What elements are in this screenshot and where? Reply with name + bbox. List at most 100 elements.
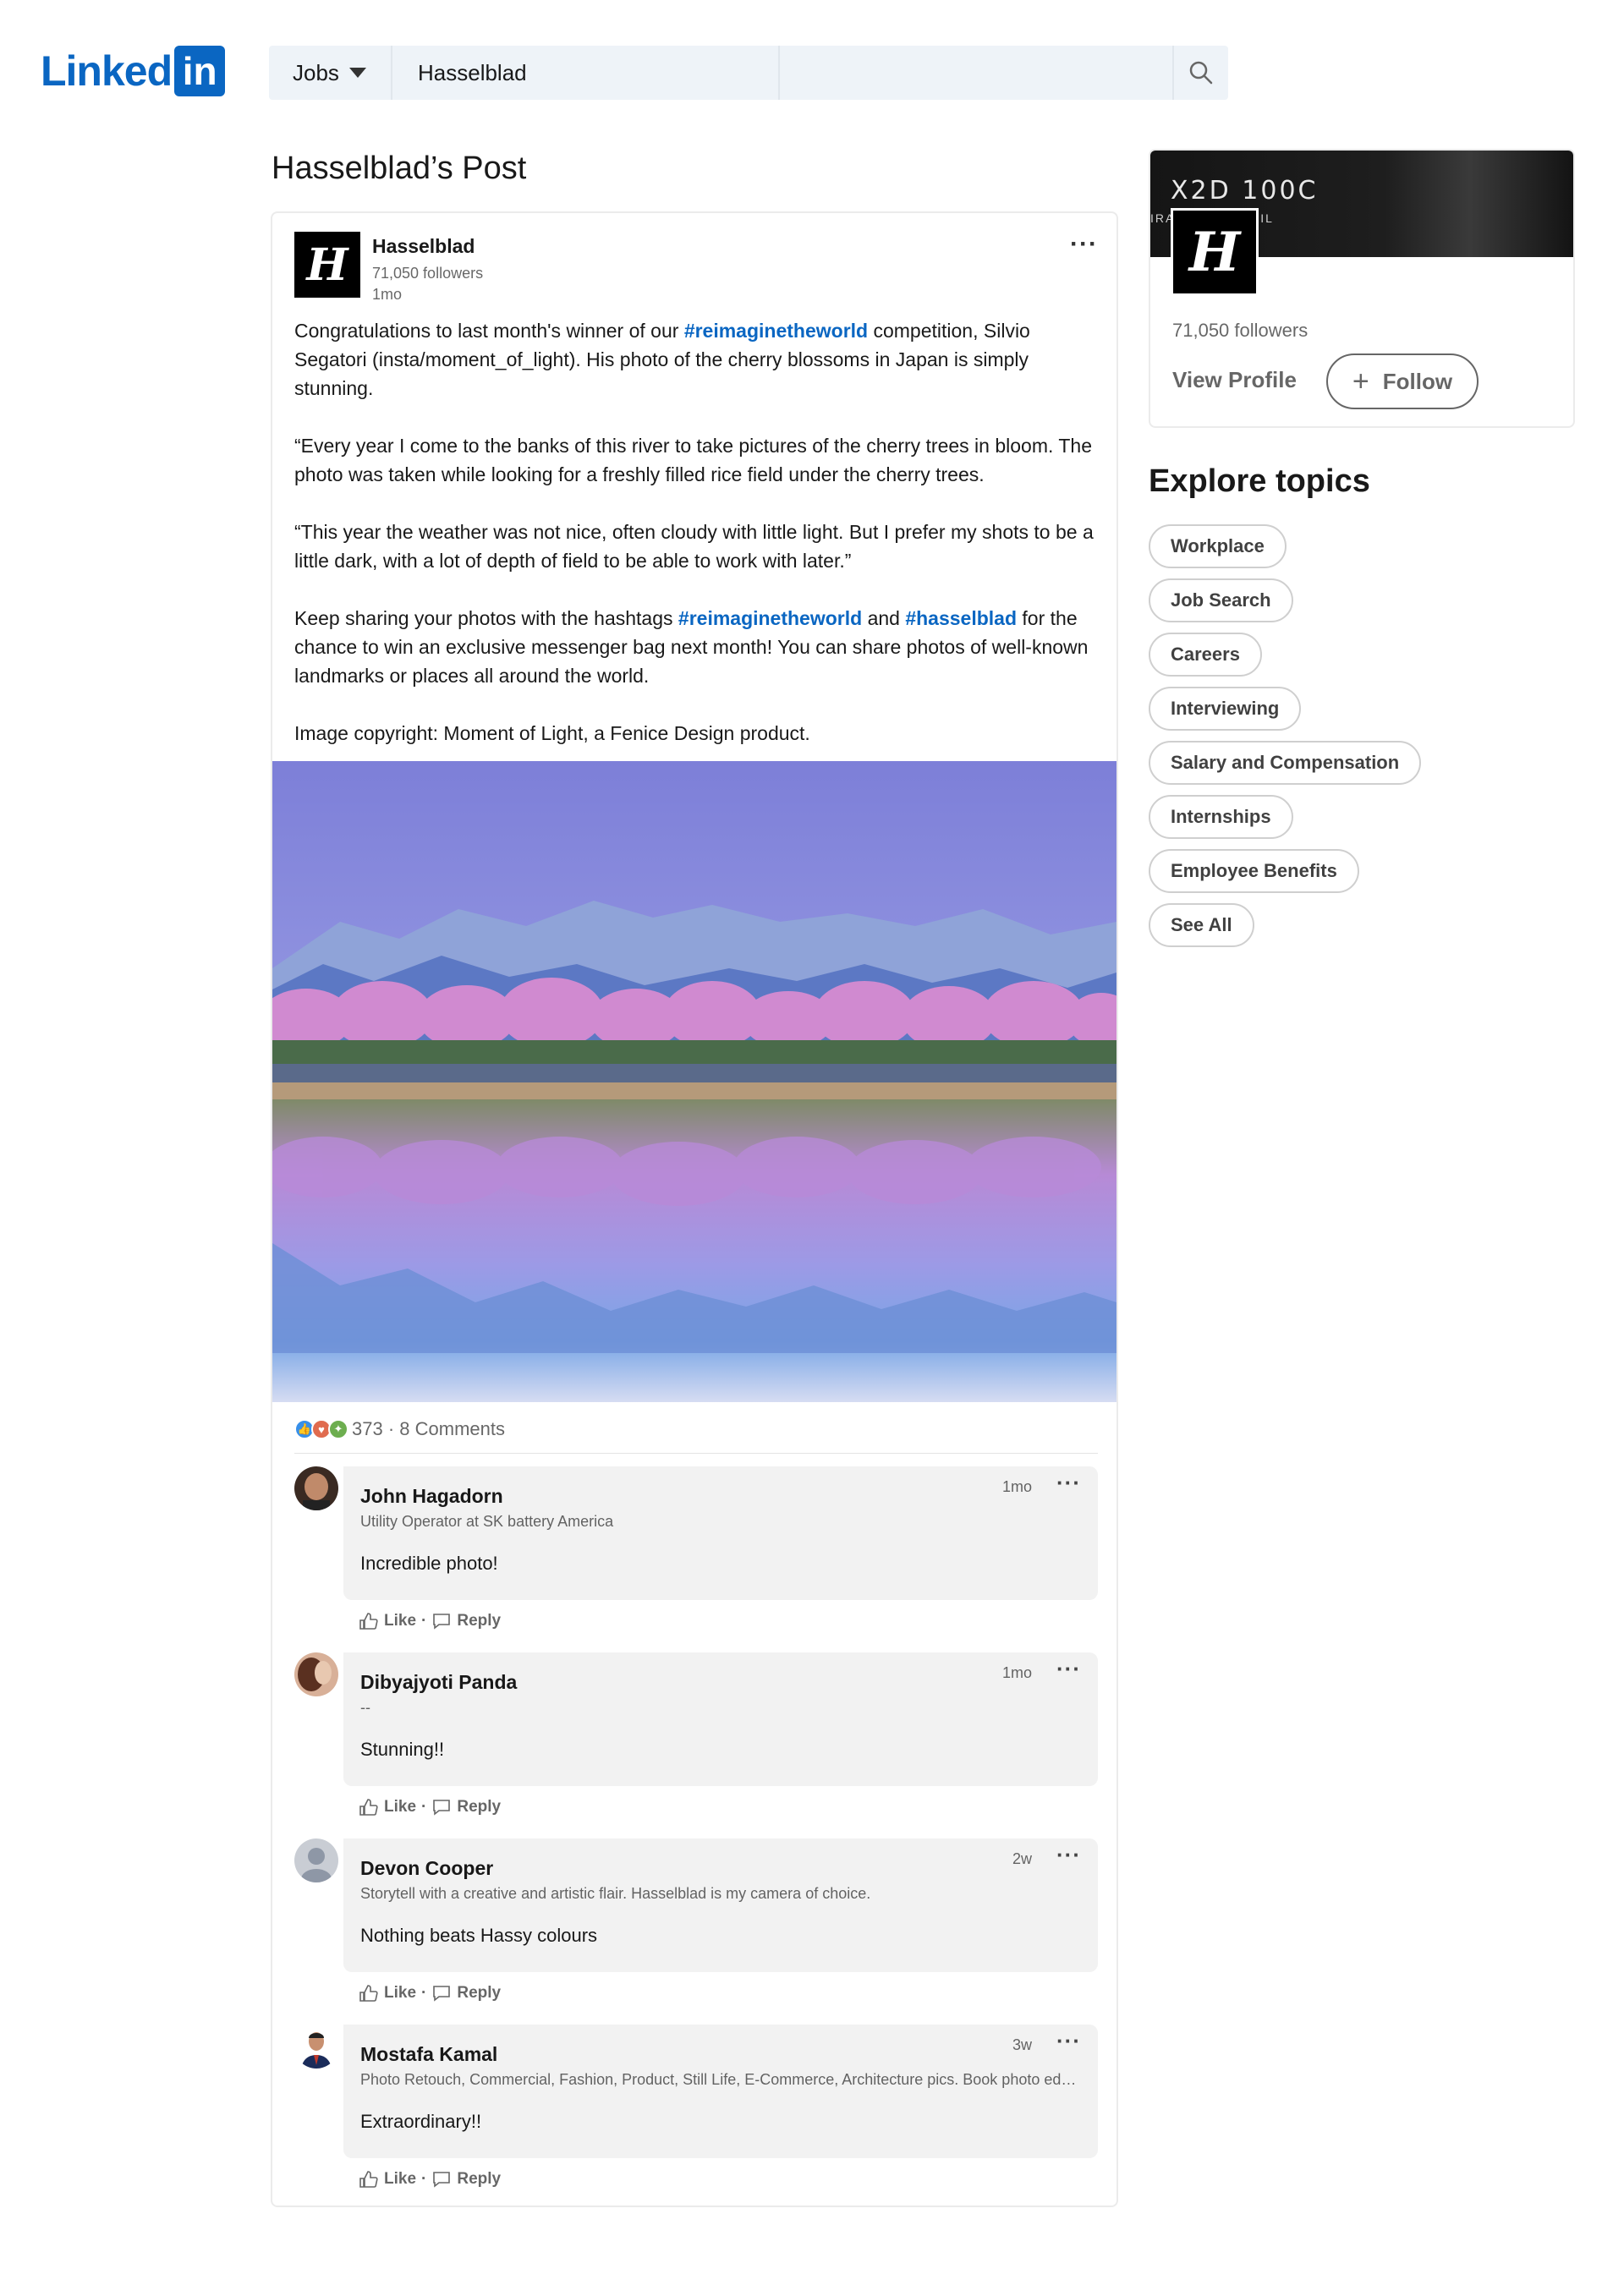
post-time: 1mo [372, 286, 403, 303]
post-paragraph-3: “This year the weather was not nice, oft… [294, 521, 1094, 572]
location-input[interactable] [780, 46, 1174, 100]
search-category-label: Jobs [293, 59, 339, 85]
like-button[interactable]: Like [359, 1984, 416, 2003]
comment-bubble: Devon Cooper Storytell with a creative a… [343, 1838, 1098, 1972]
commenter-name[interactable]: Dibyajyoti Panda [360, 1671, 1081, 1694]
hashtag-link[interactable]: #reimaginetheworld [678, 607, 862, 629]
commenter-name[interactable]: Devon Cooper [360, 1857, 1081, 1880]
like-button[interactable]: Like [359, 1612, 416, 1630]
reply-button[interactable]: Reply [431, 1984, 501, 2003]
caret-down-icon [348, 68, 366, 78]
post-paragraph-5: Image copyright: Moment of Light, a Feni… [294, 722, 810, 744]
like-button[interactable]: Like [359, 1798, 416, 1817]
post-paragraph-4: Keep sharing your photos with the hashta… [294, 604, 1098, 690]
separator: · [421, 1984, 427, 2002]
company-followers: 71,050 followers [1172, 320, 1309, 341]
hasselblad-logo-glyph: H [1188, 220, 1241, 284]
commenter-headline: Utility Operator at SK battery America [360, 1513, 614, 1530]
post-paragraph-1: Congratulations to last month's winner o… [294, 316, 1098, 403]
comment-time: 1mo [1001, 1478, 1032, 1495]
topics-list: Workplace Job Search Careers Interviewin… [1149, 524, 1422, 957]
reply-button[interactable]: Reply [431, 1612, 501, 1630]
avatar[interactable] [294, 1652, 338, 1696]
comment-menu-button[interactable]: ··· [1056, 1656, 1081, 1682]
post-text: and [862, 607, 906, 629]
comment-actions: Like · Reply [359, 2170, 501, 2189]
commenter-headline: Storytell with a creative and artistic f… [360, 1885, 871, 1902]
reply-button[interactable]: Reply [431, 2170, 501, 2189]
post-text: Keep sharing your photos with the hashta… [294, 607, 678, 629]
commenter-headline: Photo Retouch, Commercial, Fashion, Prod… [360, 2071, 1079, 2088]
comment-menu-button[interactable]: ··· [1056, 1470, 1081, 1496]
comment-actions: Like · Reply [359, 1798, 501, 1817]
post-body: Congratulations to last month's winner o… [294, 316, 1098, 776]
celebrate-reaction-icon: ✦ [328, 1419, 348, 1439]
speech-bubble-icon [433, 1614, 451, 1630]
comment-text: Incredible photo! [360, 1553, 498, 1574]
avatar[interactable] [294, 1838, 338, 1882]
company-logo[interactable]: H [294, 232, 360, 298]
hashtag-link[interactable]: #reimaginetheworld [684, 320, 868, 342]
topic-pill[interactable]: Interviewing [1149, 687, 1302, 731]
topic-pill[interactable]: Workplace [1149, 524, 1287, 568]
comment-bubble: John Hagadorn Utility Operator at SK bat… [343, 1466, 1098, 1600]
avatar[interactable] [294, 2025, 338, 2069]
like-label: Like [384, 1612, 417, 1630]
thumbs-up-icon [359, 1985, 378, 2002]
separator: · [421, 1798, 427, 1816]
comment-text: Nothing beats Hassy colours [360, 1925, 598, 1946]
follow-label: Follow [1382, 368, 1453, 394]
reaction-icons: 👍 ♥ ✦ [294, 1419, 348, 1439]
topic-pill[interactable]: Job Search [1149, 578, 1293, 622]
follow-button[interactable]: + Follow [1326, 353, 1479, 409]
comment-time: 1mo [1001, 1664, 1032, 1681]
reply-button[interactable]: Reply [431, 1798, 501, 1817]
avatar[interactable] [294, 1466, 338, 1510]
reply-label: Reply [457, 1798, 502, 1816]
post-author[interactable]: Hasselblad [372, 235, 483, 258]
commenter-headline: -- [360, 1699, 370, 1716]
post-image[interactable] [272, 761, 1116, 1402]
post-card: H Hasselblad 71,050 followers 1mo ··· Co… [271, 211, 1118, 2207]
speech-bubble-icon [433, 2172, 451, 2188]
comment-menu-button[interactable]: ··· [1056, 2028, 1081, 2054]
like-label: Like [384, 1984, 417, 2002]
post-text: Congratulations to last month's winner o… [294, 320, 684, 342]
comment-actions: Like · Reply [359, 1984, 501, 2003]
comment-bubble: Mostafa Kamal Photo Retouch, Commercial,… [343, 2025, 1098, 2158]
comments-count[interactable]: · 8 Comments [388, 1418, 505, 1440]
topic-pill[interactable]: Salary and Compensation [1149, 741, 1422, 785]
reply-label: Reply [457, 1612, 502, 1630]
topic-pill[interactable]: Employee Benefits [1149, 849, 1359, 893]
linkedin-logo[interactable]: Linked in [41, 46, 226, 96]
post-header: H Hasselblad 71,050 followers 1mo [294, 232, 483, 304]
search-input[interactable]: Hasselblad [392, 46, 780, 100]
commenter-name[interactable]: Mostafa Kamal [360, 2043, 1081, 2066]
logo-in-box: in [174, 46, 226, 96]
reaction-count: 373 [352, 1418, 383, 1439]
page-title: Hasselblad’s Post [272, 151, 527, 186]
search-button[interactable] [1174, 46, 1228, 100]
like-label: Like [384, 1798, 417, 1816]
topic-pill[interactable]: Internships [1149, 795, 1293, 839]
plus-icon: + [1352, 365, 1369, 397]
separator: · [421, 1612, 427, 1630]
company-logo[interactable]: H [1171, 208, 1259, 296]
like-button[interactable]: Like [359, 2170, 416, 2189]
topic-pill[interactable]: Careers [1149, 633, 1262, 677]
banner-title: X2D 100C [1171, 176, 1319, 205]
post-paragraph-2: “Every year I come to the banks of this … [294, 435, 1092, 485]
comment-text: Extraordinary!! [360, 2111, 482, 2132]
search-category-dropdown[interactable]: Jobs [269, 46, 392, 100]
thumbs-up-icon [359, 1799, 378, 1816]
see-all-topics-button[interactable]: See All [1149, 903, 1254, 947]
comment-time: 3w [1012, 2036, 1032, 2053]
commenter-name[interactable]: John Hagadorn [360, 1485, 1081, 1508]
view-profile-link[interactable]: View Profile [1172, 367, 1297, 393]
reply-label: Reply [457, 1984, 502, 2002]
reactions-summary[interactable]: 👍 ♥ ✦ 373 · 8 Comments [294, 1418, 505, 1440]
post-menu-button[interactable]: ··· [1070, 230, 1098, 259]
thumbs-up-icon [359, 1613, 378, 1630]
hashtag-link[interactable]: #hasselblad [905, 607, 1017, 629]
comment-menu-button[interactable]: ··· [1056, 1842, 1081, 1868]
